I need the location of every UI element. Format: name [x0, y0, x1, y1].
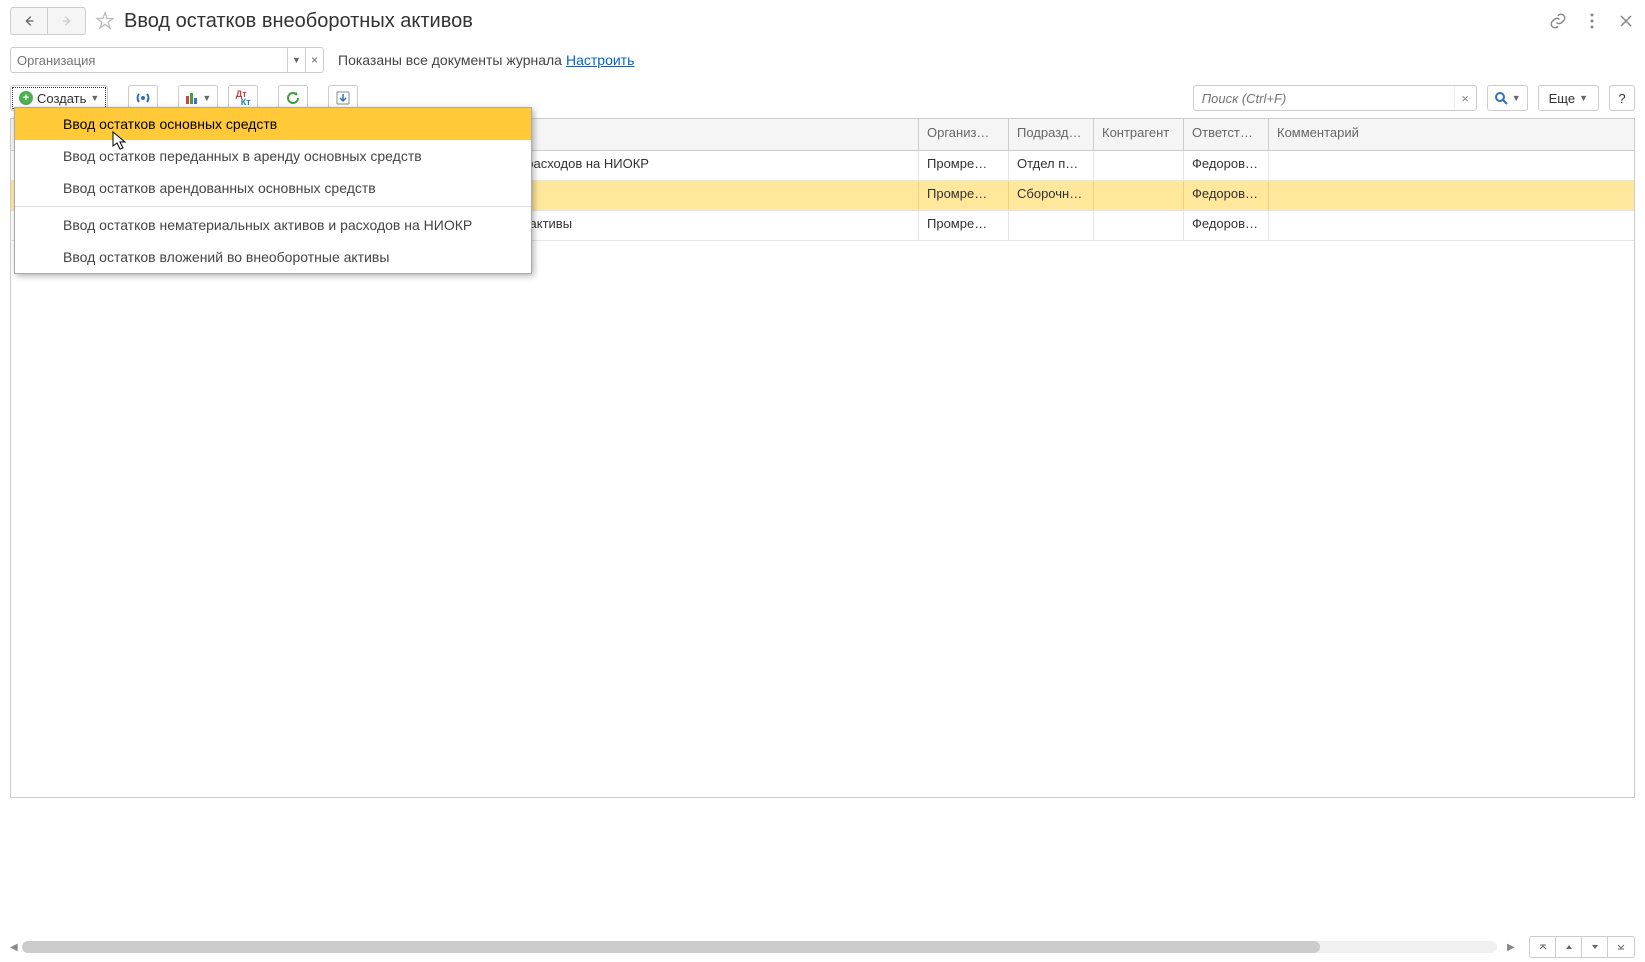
organization-input[interactable]	[10, 47, 288, 73]
chevron-down-icon: ▼	[202, 93, 211, 103]
scrollbar-thumb[interactable]	[22, 941, 1320, 953]
more-label: Еще	[1549, 91, 1575, 106]
menu-item-investments[interactable]: Ввод остатков вложений во внеоборотные а…	[15, 241, 531, 273]
help-label: ?	[1618, 91, 1625, 106]
favorite-icon[interactable]	[94, 10, 116, 32]
search-clear-button[interactable]: ×	[1454, 86, 1476, 110]
page-title: Ввод остатков внеоборотных активов	[124, 10, 473, 33]
col-organization[interactable]: Организ…	[919, 119, 1009, 150]
scroll-top-button[interactable]	[1530, 937, 1556, 957]
filter-info-text: Показаны все документы журнала	[338, 52, 562, 68]
kebab-menu-icon[interactable]	[1583, 12, 1601, 30]
nav-buttons	[10, 7, 86, 35]
col-contractor[interactable]: Контрагент	[1094, 119, 1184, 150]
menu-item-os[interactable]: Ввод остатков основных средств	[15, 108, 531, 140]
menu-item-leased-os[interactable]: Ввод остатков переданных в аренду основн…	[15, 140, 531, 172]
col-responsible[interactable]: Ответст…	[1184, 119, 1269, 150]
filter-bar: ▼ × Показаны все документы журнала Настр…	[0, 42, 1645, 78]
more-button[interactable]: Еще ▼	[1538, 85, 1599, 111]
create-dropdown-menu: Ввод остатков основных средств Ввод оста…	[14, 107, 532, 274]
help-button[interactable]: ?	[1609, 85, 1635, 111]
create-label: Создать	[37, 91, 86, 106]
menu-divider	[15, 206, 531, 207]
org-dropdown-button[interactable]: ▼	[288, 47, 306, 73]
link-icon[interactable]	[1549, 12, 1567, 30]
col-department[interactable]: Подразд…	[1009, 119, 1094, 150]
search-group: ×	[1193, 85, 1477, 111]
chevron-down-icon: ▼	[1512, 93, 1521, 103]
org-filter-group: ▼ ×	[10, 47, 324, 73]
menu-item-intangible[interactable]: Ввод остатков нематериальных активов и р…	[15, 209, 531, 241]
scroll-button-group	[1529, 936, 1635, 958]
scroll-up-button[interactable]	[1556, 937, 1582, 957]
configure-link[interactable]: Настроить	[566, 52, 634, 68]
scroll-bottom-button[interactable]	[1608, 937, 1634, 957]
chevron-down-icon: ▼	[90, 93, 99, 103]
menu-item-rented-os[interactable]: Ввод остатков арендованных основных сред…	[15, 172, 531, 204]
bottom-scroll-area: ◀ ▶	[10, 938, 1635, 956]
search-input[interactable]	[1194, 86, 1454, 110]
header: Ввод остатков внеоборотных активов	[0, 0, 1645, 42]
scroll-right-arrow[interactable]: ▶	[1507, 942, 1519, 953]
back-button[interactable]	[11, 8, 48, 34]
org-clear-button[interactable]: ×	[306, 47, 324, 73]
horizontal-scrollbar[interactable]	[22, 941, 1497, 953]
close-icon[interactable]	[1617, 12, 1635, 30]
col-comment[interactable]: Комментарий	[1269, 119, 1634, 150]
forward-button[interactable]	[48, 8, 85, 34]
search-button[interactable]: ▼	[1487, 85, 1528, 111]
scroll-down-button[interactable]	[1582, 937, 1608, 957]
chevron-down-icon: ▼	[1579, 93, 1588, 103]
plus-icon: +	[19, 91, 33, 105]
scroll-left-arrow[interactable]: ◀	[10, 942, 22, 953]
